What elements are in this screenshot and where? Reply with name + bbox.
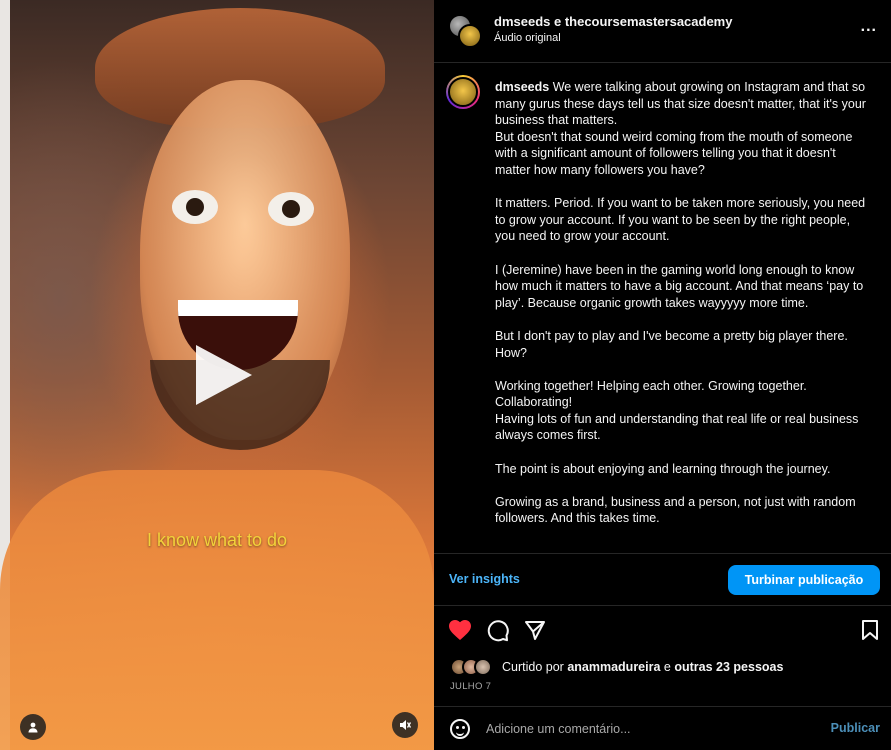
likes-summary[interactable]: Curtido por anammadureira e outras 23 pe… bbox=[450, 657, 880, 679]
more-options-icon[interactable]: ... bbox=[861, 18, 877, 36]
caption-paragraph: It matters. Period. If you want to be ta… bbox=[495, 196, 866, 244]
liker-avatars[interactable] bbox=[450, 658, 498, 678]
caption-paragraph: But I don't pay to play and I've become … bbox=[495, 328, 848, 360]
caption-paragraph: But doesn't that sound weird coming from… bbox=[495, 129, 853, 177]
video-shirt-shape bbox=[0, 470, 434, 750]
post-caption: dmseeds We were talking about growing on… bbox=[495, 79, 873, 527]
caption-paragraph: Having lots of fun and understanding tha… bbox=[495, 411, 859, 443]
post-date[interactable]: JULHO 7 bbox=[450, 681, 491, 692]
avatar[interactable] bbox=[458, 24, 482, 48]
view-insights-link[interactable]: Ver insights bbox=[449, 572, 520, 586]
collab-avatars[interactable] bbox=[448, 14, 482, 48]
post-header: dmseeds e thecoursemastersacademy Áudio … bbox=[434, 0, 891, 62]
other-likers-link[interactable]: outras 23 pessoas bbox=[674, 660, 783, 674]
comment-bar: Publicar bbox=[434, 707, 891, 750]
action-bar bbox=[434, 606, 891, 654]
liker-username[interactable]: anammadureira bbox=[567, 660, 660, 674]
video-left-eye bbox=[172, 190, 218, 224]
play-icon[interactable] bbox=[196, 345, 252, 405]
avatar bbox=[474, 658, 492, 676]
caption-username[interactable]: dmseeds bbox=[495, 80, 549, 94]
post-panel: dmseeds e thecoursemastersacademy Áudio … bbox=[434, 0, 891, 750]
caption-paragraph: Working together! Helping each other. Gr… bbox=[495, 378, 807, 410]
insights-row: Ver insights Turbinar publicação bbox=[434, 554, 891, 605]
user-icon[interactable] bbox=[20, 714, 46, 740]
video-right-eye bbox=[268, 192, 314, 226]
caption-paragraph: dmseeds We were talking about growing on… bbox=[495, 80, 866, 128]
comment-input[interactable] bbox=[486, 717, 806, 741]
send-icon[interactable] bbox=[524, 619, 546, 641]
muted-speaker-icon[interactable] bbox=[392, 712, 418, 738]
caption-area: dmseeds We were talking about growing on… bbox=[434, 63, 891, 553]
boost-post-button[interactable]: Turbinar publicação bbox=[728, 565, 880, 595]
caption-paragraph: Growing as a brand, business and a perso… bbox=[495, 494, 856, 526]
bookmark-icon[interactable] bbox=[861, 619, 879, 641]
comment-icon[interactable] bbox=[486, 619, 509, 642]
likes-text: Curtido por anammadureira e outras 23 pe… bbox=[502, 660, 784, 674]
emoji-icon[interactable] bbox=[450, 719, 470, 739]
publish-comment-button[interactable]: Publicar bbox=[831, 721, 880, 735]
heart-icon[interactable] bbox=[448, 619, 472, 641]
avatar[interactable] bbox=[446, 75, 480, 109]
post-authors[interactable]: dmseeds e thecoursemastersacademy bbox=[494, 14, 732, 29]
video-player[interactable]: I know what to do bbox=[0, 0, 434, 750]
audio-label[interactable]: Áudio original bbox=[494, 32, 561, 44]
caption-paragraph: I (Jeremine) have been in the gaming wor… bbox=[495, 262, 864, 310]
video-subtitle: I know what to do bbox=[146, 530, 288, 550]
caption-paragraph: The point is about enjoying and learning… bbox=[495, 461, 831, 476]
